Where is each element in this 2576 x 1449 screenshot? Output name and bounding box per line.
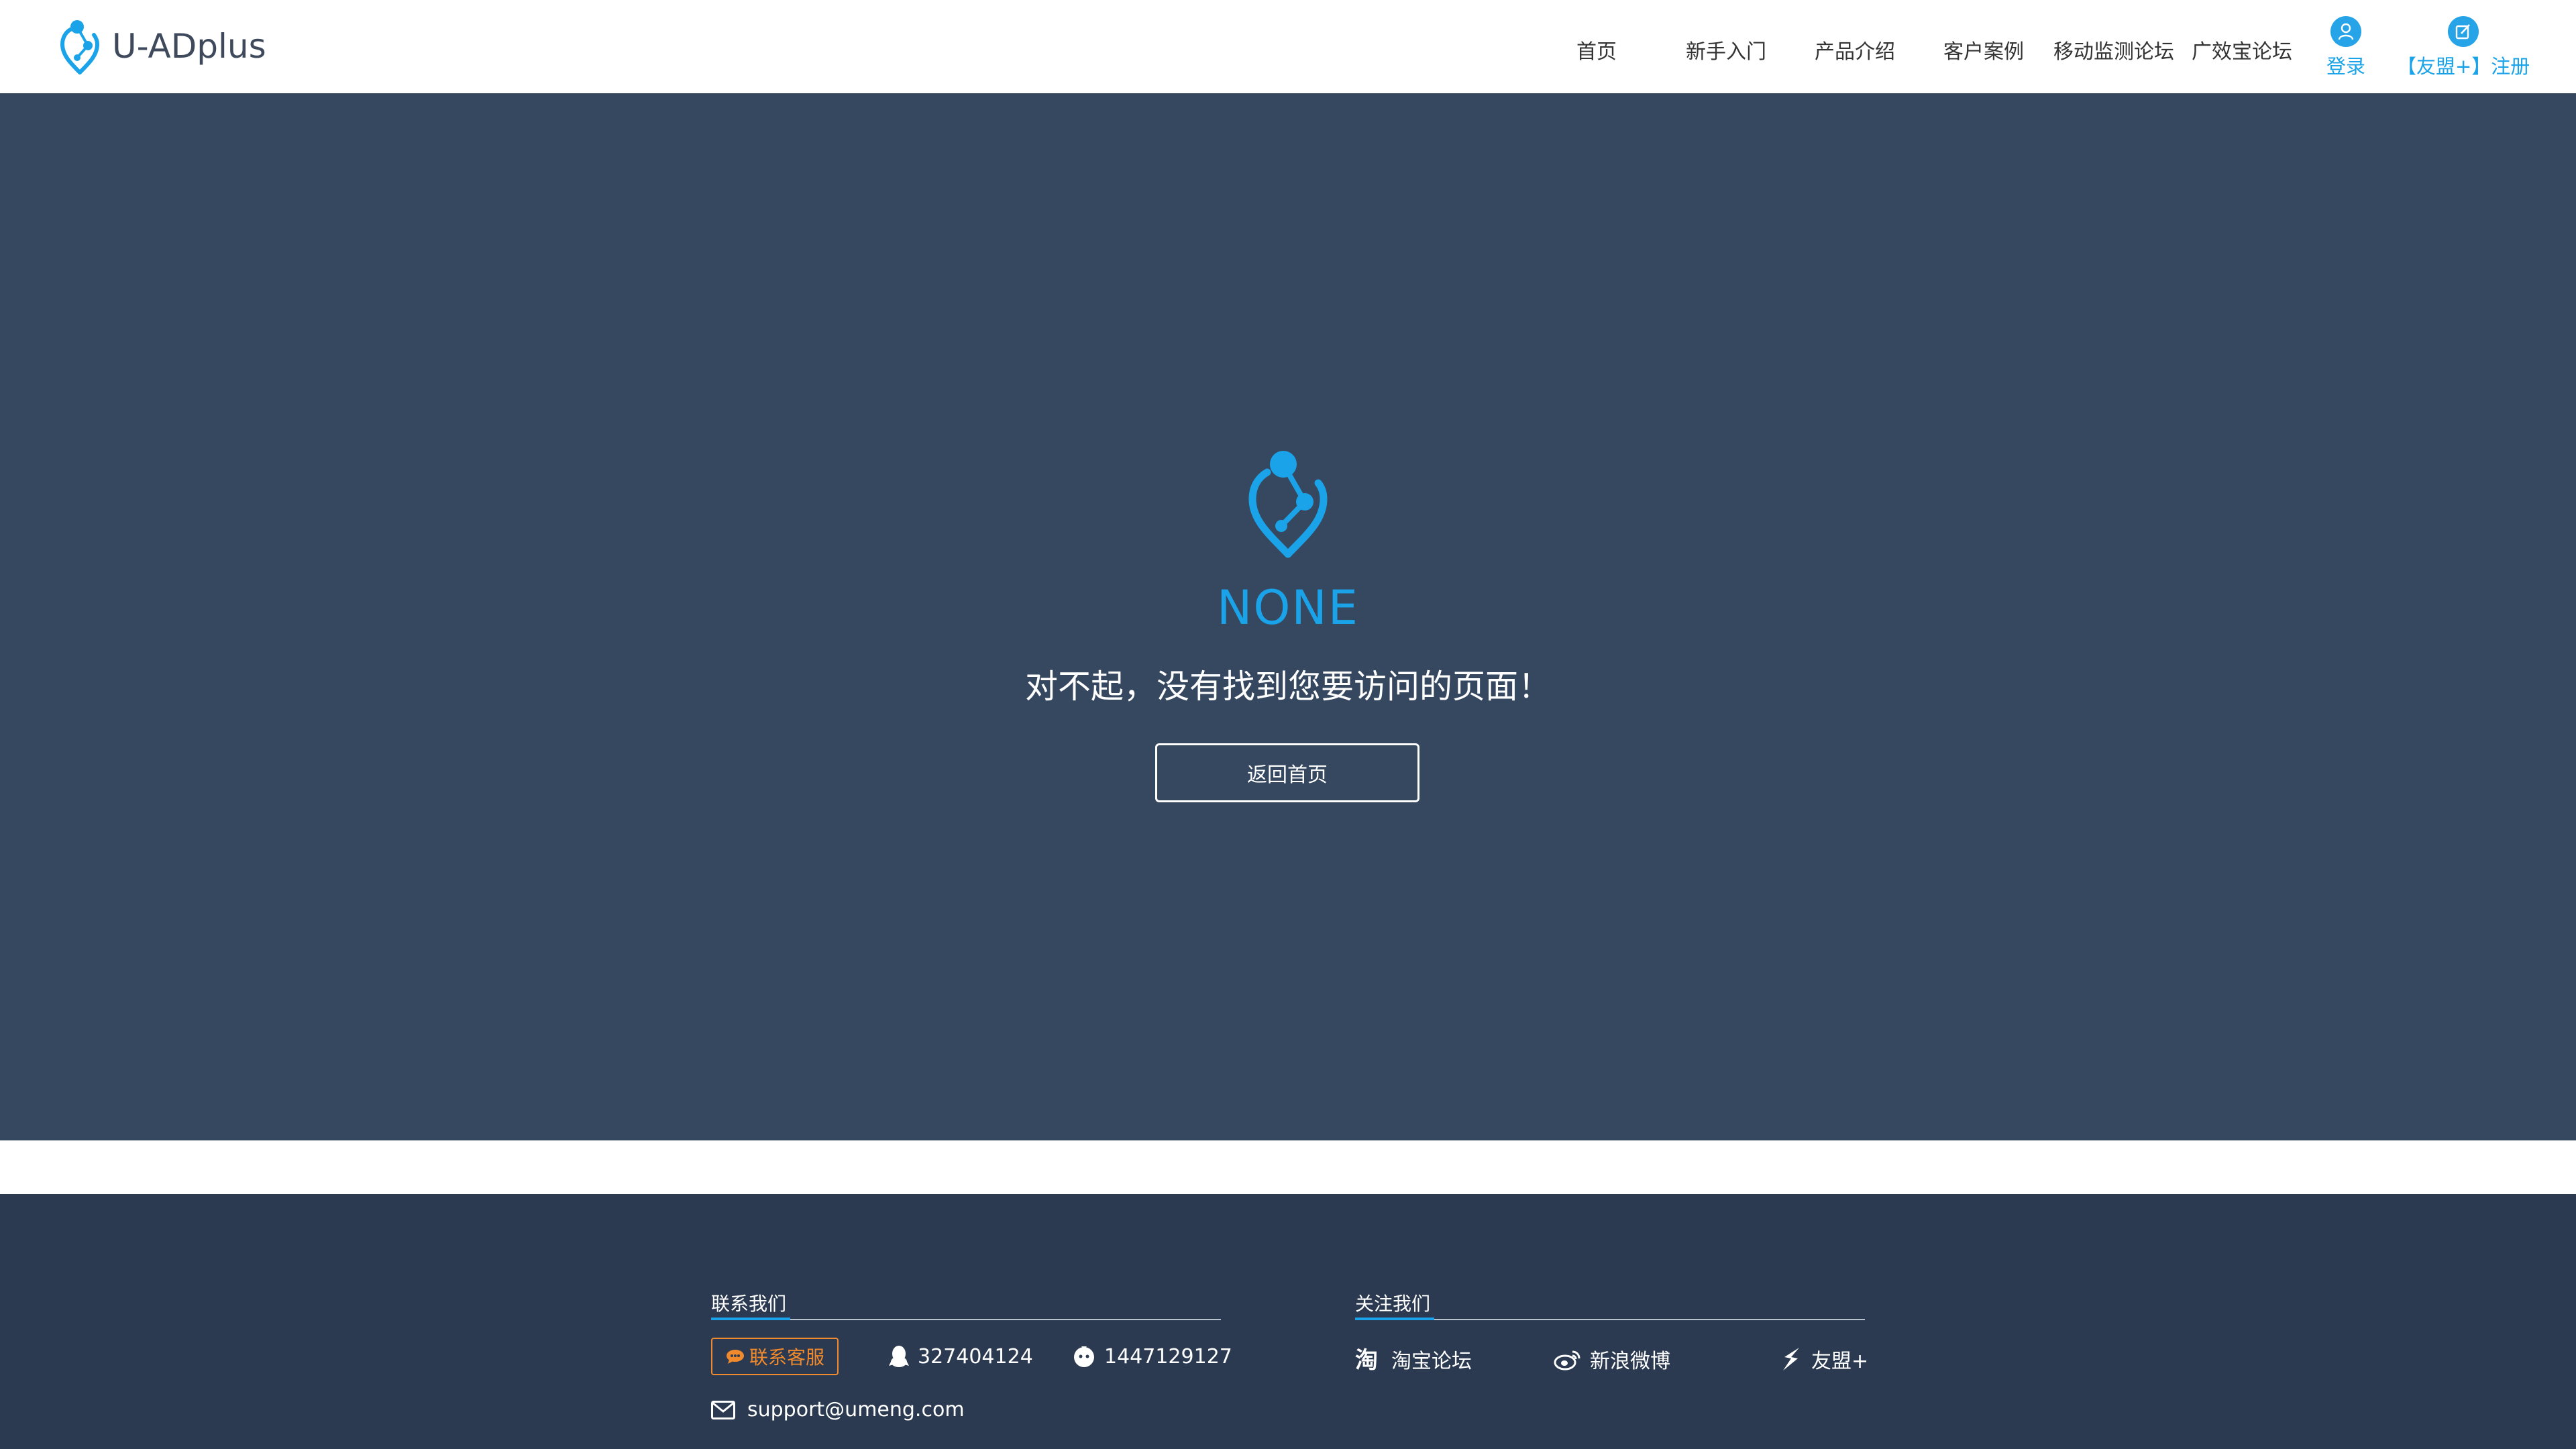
support-email[interactable]: support@umeng.com	[711, 1398, 965, 1421]
edit-icon	[2448, 16, 2479, 47]
weibo-icon	[1554, 1350, 1580, 1371]
qq-group-2[interactable]: 1447129127	[1072, 1344, 1232, 1368]
taobao-forum-label: 淘宝论坛	[1391, 1350, 1472, 1373]
nav-cases[interactable]: 客户案例	[1943, 35, 2024, 64]
nav-getting-started[interactable]: 新手入门	[1686, 35, 1766, 64]
taobao-icon: 淘	[1355, 1347, 1378, 1372]
umeng-label: 友盟+	[1811, 1350, 1869, 1373]
nav-home[interactable]: 首页	[1576, 35, 1617, 64]
support-email-text: support@umeng.com	[747, 1398, 965, 1421]
contact-divider-accent	[711, 1318, 790, 1320]
customer-service-button[interactable]: 联系客服	[711, 1338, 839, 1375]
follow-heading: 关注我们	[1355, 1293, 1431, 1315]
weibo-label: 新浪微博	[1590, 1350, 1670, 1373]
qq-icon	[889, 1346, 909, 1367]
weibo-link[interactable]: 新浪微博	[1554, 1344, 1670, 1374]
qq-group-2-number: 1447129127	[1104, 1344, 1232, 1368]
umeng-link[interactable]: 友盟+	[1779, 1344, 1868, 1374]
uadplus-pin-icon	[1248, 451, 1328, 558]
error-panel: NONE 对不起，没有找到您要访问的页面！ 返回首页	[0, 93, 2576, 1140]
qq-group-1[interactable]: 327404124	[888, 1344, 1033, 1368]
logo-text: U-ADplus	[112, 27, 266, 66]
uadplus-logo-icon	[60, 20, 100, 74]
qq-group-1-number: 327404124	[918, 1344, 1033, 1368]
taobao-forum-link[interactable]: 淘 淘宝论坛	[1355, 1344, 1472, 1374]
mail-icon	[711, 1400, 735, 1419]
error-message: 对不起，没有找到您要访问的页面！	[1024, 667, 1551, 706]
nav-products[interactable]: 产品介绍	[1815, 35, 1895, 64]
chat-icon	[726, 1350, 744, 1364]
customer-service-label: 联系客服	[749, 1346, 824, 1368]
nav-guangxiaobao-forum[interactable]: 广效宝论坛	[2192, 35, 2292, 64]
nav-monitor-forum[interactable]: 移动监测论坛	[2053, 35, 2174, 64]
register-link[interactable]: 【友盟+】注册	[2397, 16, 2530, 79]
umeng-icon	[1783, 1348, 1799, 1371]
register-label: 【友盟+】注册	[2397, 55, 2530, 78]
login-label: 登录	[2326, 55, 2366, 78]
top-header: U-ADplus 首页 新手入门 产品介绍 客户案例 移动监测论坛 广效宝论坛 …	[0, 0, 2576, 93]
contact-heading: 联系我们	[711, 1293, 787, 1315]
follow-divider-accent	[1355, 1318, 1434, 1320]
footer: 联系我们 联系客服 327404124 1447129127 support@u…	[0, 1194, 2576, 1449]
svg-text:淘: 淘	[1355, 1347, 1378, 1372]
login-link[interactable]: 登录	[2326, 16, 2365, 79]
back-home-button[interactable]: 返回首页	[1155, 743, 1419, 802]
user-icon	[2330, 16, 2361, 47]
section-divider	[0, 1140, 2576, 1194]
error-code: NONE	[1216, 580, 1360, 635]
site-logo[interactable]: U-ADplus	[57, 16, 266, 76]
group-icon	[1074, 1346, 1094, 1367]
